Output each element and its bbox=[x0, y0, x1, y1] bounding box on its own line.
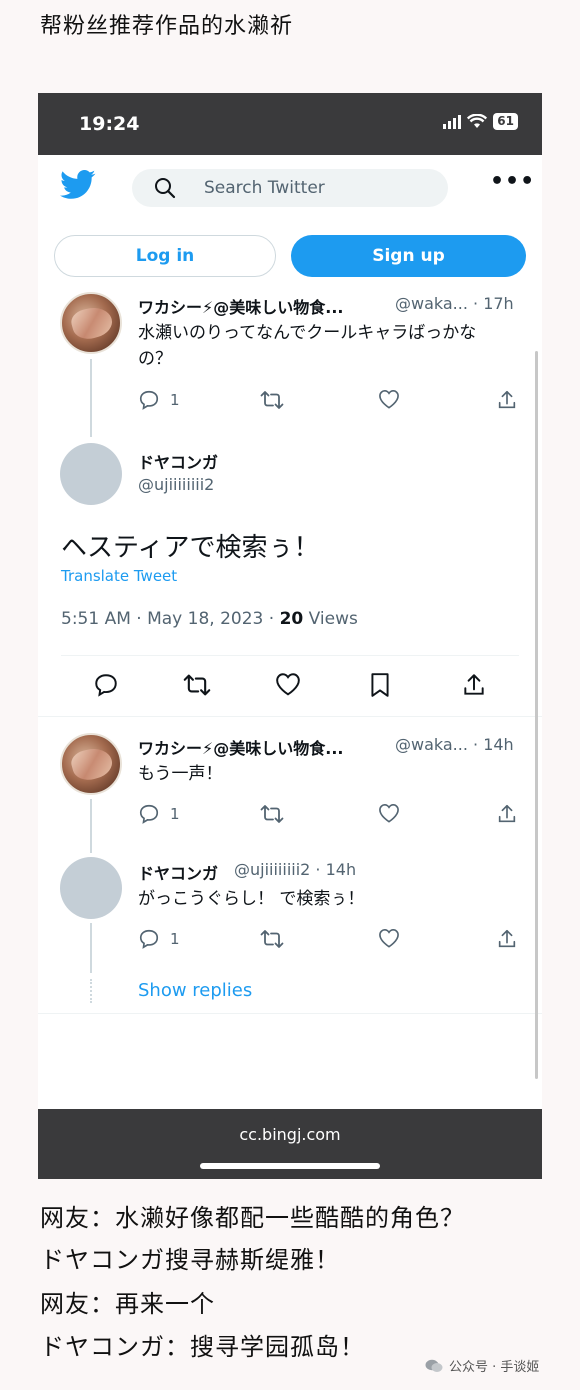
tweet-actions: 1 bbox=[138, 803, 522, 829]
home-indicator bbox=[200, 1163, 380, 1169]
share-icon bbox=[498, 929, 516, 948]
retweet-button[interactable] bbox=[260, 928, 284, 950]
thread-line bbox=[90, 799, 92, 853]
caption-line: 网友：再来一个 bbox=[40, 1290, 215, 1318]
share-icon bbox=[498, 804, 516, 823]
share-button[interactable] bbox=[496, 803, 518, 825]
browser-bottom-bar: cc.bingj.com bbox=[38, 1109, 542, 1179]
signal-icon bbox=[443, 114, 462, 129]
wifi-icon bbox=[467, 114, 488, 128]
retweet-button[interactable] bbox=[260, 389, 284, 411]
share-button[interactable] bbox=[461, 672, 487, 698]
search-input[interactable]: Search Twitter bbox=[132, 169, 448, 207]
watermark: 公众号 · 手谈姬 bbox=[425, 1356, 539, 1375]
status-icons: 61 bbox=[443, 113, 518, 130]
more-options-icon[interactable]: ••• bbox=[490, 169, 535, 194]
heart-icon bbox=[379, 389, 399, 409]
main-tweet-text: ヘスティアで検索ぅ！ bbox=[61, 533, 320, 563]
reply-icon bbox=[139, 929, 159, 949]
caption-line: ドヤコンガ搜寻赫斯缇雅！ bbox=[40, 1246, 340, 1274]
retweet-icon bbox=[260, 930, 284, 948]
login-button[interactable]: Log in bbox=[54, 235, 276, 277]
tweet-text: もう一声！ bbox=[138, 764, 223, 784]
share-icon bbox=[498, 390, 516, 409]
retweet-icon bbox=[183, 674, 211, 696]
views-label: Views bbox=[303, 609, 358, 629]
caption-line: 网友：水濑好像都配一些酷酷的角色？ bbox=[40, 1204, 465, 1232]
caption-line: ドヤコンガ：搜寻学园孤岛！ bbox=[40, 1333, 365, 1361]
retweet-icon bbox=[260, 391, 284, 409]
signup-button[interactable]: Sign up bbox=[291, 235, 526, 277]
browser-url[interactable]: cc.bingj.com bbox=[38, 1125, 542, 1144]
thread-dots bbox=[90, 979, 92, 1003]
header-caption: 帮粉丝推荐作品的水濑祈 bbox=[40, 14, 294, 39]
divider bbox=[61, 655, 519, 656]
avatar[interactable] bbox=[60, 857, 122, 919]
like-button[interactable] bbox=[378, 803, 400, 823]
retweet-button[interactable] bbox=[260, 803, 284, 825]
status-time: 19:24 bbox=[79, 113, 140, 135]
views-count: 20 bbox=[279, 609, 304, 629]
watermark-text: 公众号 · 手谈姬 bbox=[449, 1360, 540, 1375]
retweet-button[interactable] bbox=[183, 672, 211, 698]
search-icon bbox=[155, 178, 176, 199]
like-button[interactable] bbox=[275, 672, 301, 696]
tweet-author-name[interactable]: ワカシー⚡@美味しい物食... bbox=[138, 735, 343, 759]
heart-icon bbox=[379, 803, 399, 823]
reply-button[interactable]: 1 bbox=[138, 389, 180, 411]
main-tweet-actions bbox=[93, 672, 493, 698]
tweet-author-handle[interactable]: @waka... · 17h bbox=[395, 294, 514, 313]
reply-count: 1 bbox=[170, 391, 180, 409]
wechat-icon bbox=[425, 1359, 443, 1372]
tweet-author-handle[interactable]: @ujiiiiiiii2 bbox=[138, 475, 214, 494]
tweet-text: 水瀬いのりってなんでクールキャラばっかなの？ bbox=[138, 323, 477, 369]
heart-icon bbox=[379, 928, 399, 948]
reply-button[interactable]: 1 bbox=[138, 928, 180, 950]
tweet-actions: 1 bbox=[138, 389, 522, 415]
divider bbox=[38, 1013, 542, 1014]
battery-icon: 61 bbox=[493, 113, 518, 130]
like-button[interactable] bbox=[378, 928, 400, 948]
phone-screenshot: 19:24 61 Search Twitter ••• Log in Sign … bbox=[38, 93, 542, 1179]
tweet-text: がっこうぐらし！ で検索ぅ！ bbox=[138, 889, 365, 909]
bookmark-button[interactable] bbox=[369, 672, 391, 698]
share-button[interactable] bbox=[496, 928, 518, 950]
reply-button[interactable] bbox=[93, 672, 119, 698]
avatar[interactable] bbox=[60, 443, 122, 505]
share-button[interactable] bbox=[496, 389, 518, 411]
like-button[interactable] bbox=[378, 389, 400, 409]
thread-line bbox=[90, 923, 92, 973]
scrollbar[interactable] bbox=[535, 351, 538, 1079]
avatar[interactable] bbox=[60, 292, 122, 354]
tweet-meta: 5:51 AM · May 18, 2023 · 20 Views bbox=[61, 609, 358, 629]
heart-icon bbox=[276, 673, 300, 696]
reply-icon bbox=[95, 674, 117, 697]
show-replies-link[interactable]: Show replies bbox=[138, 980, 252, 1001]
tweet-author-name[interactable]: ドヤコンガ bbox=[138, 860, 218, 884]
search-placeholder: Search Twitter bbox=[204, 178, 325, 198]
twitter-bird-icon[interactable] bbox=[60, 170, 96, 200]
avatar[interactable] bbox=[60, 733, 122, 795]
tweet-author-name[interactable]: ワカシー⚡@美味しい物食... bbox=[138, 294, 343, 318]
share-icon bbox=[464, 674, 484, 695]
tweet-author-handle[interactable]: @waka... · 14h bbox=[395, 735, 514, 754]
thread-line bbox=[90, 359, 92, 437]
reply-icon bbox=[139, 804, 159, 824]
tweet-author-name[interactable]: ドヤコンガ bbox=[138, 449, 218, 473]
reply-count: 1 bbox=[170, 805, 180, 823]
tweet-author-handle[interactable]: @ujiiiiiiii2 · 14h bbox=[234, 860, 356, 879]
bookmark-icon bbox=[371, 673, 389, 697]
divider bbox=[38, 716, 542, 717]
status-bar: 19:24 61 bbox=[38, 93, 542, 155]
translate-tweet-link[interactable]: Translate Tweet bbox=[61, 567, 177, 585]
tweet-timestamp: 5:51 AM · May 18, 2023 · bbox=[61, 609, 280, 629]
reply-button[interactable]: 1 bbox=[138, 803, 180, 825]
tweet-actions: 1 bbox=[138, 928, 522, 954]
twitter-top-bar: Search Twitter ••• bbox=[38, 155, 542, 225]
retweet-icon bbox=[260, 805, 284, 823]
reply-icon bbox=[139, 390, 159, 410]
reply-count: 1 bbox=[170, 930, 180, 948]
